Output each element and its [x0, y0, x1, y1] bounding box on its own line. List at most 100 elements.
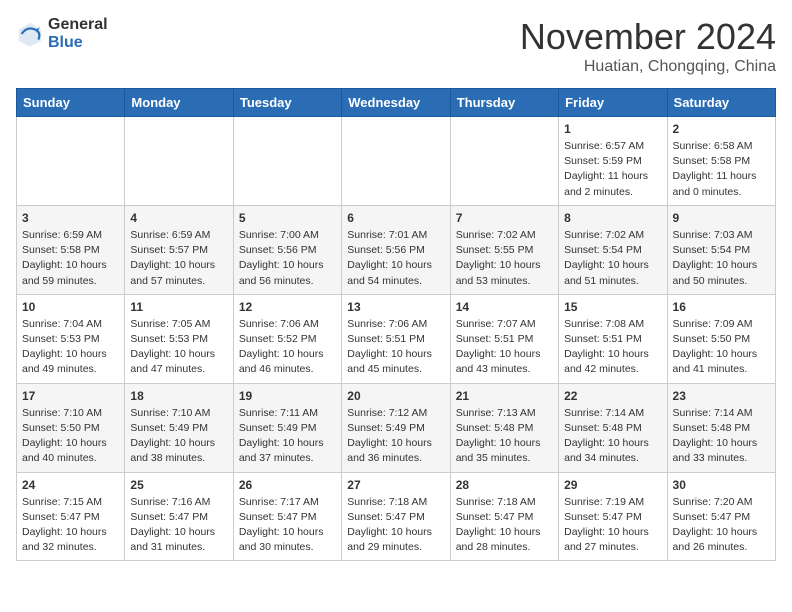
day-detail: Sunrise: 7:03 AMSunset: 5:54 PMDaylight:…	[673, 228, 770, 289]
calendar-cell: 1 Sunrise: 6:57 AMSunset: 5:59 PMDaylight…	[559, 117, 667, 206]
day-detail: Sunrise: 6:59 AMSunset: 5:57 PMDaylight:…	[130, 228, 227, 289]
day-number: 14	[456, 300, 553, 314]
column-header-saturday: Saturday	[667, 89, 775, 117]
day-detail: Sunrise: 7:08 AMSunset: 5:51 PMDaylight:…	[564, 317, 661, 378]
calendar-week-3: 10 Sunrise: 7:04 AMSunset: 5:53 PMDayligh…	[17, 294, 776, 383]
calendar-cell: 23 Sunrise: 7:14 AMSunset: 5:48 PMDayligh…	[667, 383, 775, 472]
column-header-tuesday: Tuesday	[233, 89, 341, 117]
calendar-cell: 5 Sunrise: 7:00 AMSunset: 5:56 PMDaylight…	[233, 205, 341, 294]
day-number: 6	[347, 211, 444, 225]
day-detail: Sunrise: 7:02 AMSunset: 5:55 PMDaylight:…	[456, 228, 553, 289]
day-number: 29	[564, 478, 661, 492]
calendar-cell: 9 Sunrise: 7:03 AMSunset: 5:54 PMDaylight…	[667, 205, 775, 294]
calendar-cell: 8 Sunrise: 7:02 AMSunset: 5:54 PMDaylight…	[559, 205, 667, 294]
calendar-cell: 2 Sunrise: 6:58 AMSunset: 5:58 PMDaylight…	[667, 117, 775, 206]
day-detail: Sunrise: 7:19 AMSunset: 5:47 PMDaylight:…	[564, 495, 661, 556]
calendar-cell	[450, 117, 558, 206]
day-detail: Sunrise: 7:07 AMSunset: 5:51 PMDaylight:…	[456, 317, 553, 378]
day-number: 2	[673, 122, 770, 136]
calendar-cell: 11 Sunrise: 7:05 AMSunset: 5:53 PMDayligh…	[125, 294, 233, 383]
day-detail: Sunrise: 7:15 AMSunset: 5:47 PMDaylight:…	[22, 495, 119, 556]
logo: General Blue	[16, 16, 108, 51]
logo-blue-text: Blue	[48, 34, 108, 52]
calendar-cell: 4 Sunrise: 6:59 AMSunset: 5:57 PMDaylight…	[125, 205, 233, 294]
day-number: 8	[564, 211, 661, 225]
calendar-cell: 26 Sunrise: 7:17 AMSunset: 5:47 PMDayligh…	[233, 472, 341, 561]
day-number: 24	[22, 478, 119, 492]
day-number: 22	[564, 389, 661, 403]
day-number: 28	[456, 478, 553, 492]
day-detail: Sunrise: 7:04 AMSunset: 5:53 PMDaylight:…	[22, 317, 119, 378]
day-number: 4	[130, 211, 227, 225]
day-number: 23	[673, 389, 770, 403]
calendar-cell: 18Sunrise: 7:10 AMSunset: 5:49 PMDayligh…	[125, 383, 233, 472]
calendar-cell: 13 Sunrise: 7:06 AMSunset: 5:51 PMDayligh…	[342, 294, 450, 383]
day-number: 11	[130, 300, 227, 314]
day-detail: Sunrise: 7:18 AMSunset: 5:47 PMDaylight:…	[456, 495, 553, 556]
day-number: 10	[22, 300, 119, 314]
day-number: 19	[239, 389, 336, 403]
column-header-monday: Monday	[125, 89, 233, 117]
month-title: November 2024	[520, 16, 776, 58]
day-number: 17	[22, 389, 119, 403]
calendar-cell: 24 Sunrise: 7:15 AMSunset: 5:47 PMDayligh…	[17, 472, 125, 561]
calendar-cell	[342, 117, 450, 206]
day-detail: Sunrise: 7:17 AMSunset: 5:47 PMDaylight:…	[239, 495, 336, 556]
column-header-thursday: Thursday	[450, 89, 558, 117]
day-detail: Sunrise: 7:12 AMSunset: 5:49 PMDaylight:…	[347, 406, 444, 467]
calendar-cell: 28 Sunrise: 7:18 AMSunset: 5:47 PMDayligh…	[450, 472, 558, 561]
column-header-friday: Friday	[559, 89, 667, 117]
calendar-cell: 21Sunrise: 7:13 AMSunset: 5:48 PMDayligh…	[450, 383, 558, 472]
calendar-cell: 17 Sunrise: 7:10 AMSunset: 5:50 PMDayligh…	[17, 383, 125, 472]
day-number: 9	[673, 211, 770, 225]
calendar-table: SundayMondayTuesdayWednesdayThursdayFrid…	[16, 88, 776, 561]
day-number: 7	[456, 211, 553, 225]
calendar-cell: 29 Sunrise: 7:19 AMSunset: 5:47 PMDayligh…	[559, 472, 667, 561]
page-header: General Blue November 2024 Huatian, Chon…	[16, 16, 776, 76]
day-detail: Sunrise: 6:58 AMSunset: 5:58 PMDaylight:…	[673, 139, 770, 200]
day-detail: Sunrise: 7:14 AMSunset: 5:48 PMDaylight:…	[564, 406, 661, 467]
day-number: 13	[347, 300, 444, 314]
day-detail: Sunrise: 7:10 AMSunset: 5:50 PMDaylight:…	[22, 406, 119, 467]
title-block: November 2024 Huatian, Chongqing, China	[520, 16, 776, 76]
calendar-cell: 12Sunrise: 7:06 AMSunset: 5:52 PMDayligh…	[233, 294, 341, 383]
day-detail: Sunrise: 7:05 AMSunset: 5:53 PMDaylight:…	[130, 317, 227, 378]
day-number: 12	[239, 300, 336, 314]
calendar-week-4: 17 Sunrise: 7:10 AMSunset: 5:50 PMDayligh…	[17, 383, 776, 472]
calendar-cell	[17, 117, 125, 206]
calendar-header-row: SundayMondayTuesdayWednesdayThursdayFrid…	[17, 89, 776, 117]
day-detail: Sunrise: 7:00 AMSunset: 5:56 PMDaylight:…	[239, 228, 336, 289]
calendar-cell: 22 Sunrise: 7:14 AMSunset: 5:48 PMDayligh…	[559, 383, 667, 472]
calendar-cell	[233, 117, 341, 206]
day-number: 20	[347, 389, 444, 403]
day-detail: Sunrise: 7:10 AMSunset: 5:49 PMDaylight:…	[130, 406, 227, 467]
day-detail: Sunrise: 7:01 AMSunset: 5:56 PMDaylight:…	[347, 228, 444, 289]
calendar-cell: 25Sunrise: 7:16 AMSunset: 5:47 PMDayligh…	[125, 472, 233, 561]
calendar-cell: 27Sunrise: 7:18 AMSunset: 5:47 PMDayligh…	[342, 472, 450, 561]
calendar-cell: 30Sunrise: 7:20 AMSunset: 5:47 PMDayligh…	[667, 472, 775, 561]
calendar-cell: 6 Sunrise: 7:01 AMSunset: 5:56 PMDaylight…	[342, 205, 450, 294]
day-number: 15	[564, 300, 661, 314]
location-title: Huatian, Chongqing, China	[520, 58, 776, 76]
logo-icon	[16, 20, 44, 48]
calendar-cell: 14 Sunrise: 7:07 AMSunset: 5:51 PMDayligh…	[450, 294, 558, 383]
calendar-cell: 20 Sunrise: 7:12 AMSunset: 5:49 PMDayligh…	[342, 383, 450, 472]
calendar-cell: 19Sunrise: 7:11 AMSunset: 5:49 PMDayligh…	[233, 383, 341, 472]
logo-general: General	[48, 16, 108, 34]
calendar-week-1: 1 Sunrise: 6:57 AMSunset: 5:59 PMDaylight…	[17, 117, 776, 206]
calendar-cell: 3Sunrise: 6:59 AMSunset: 5:58 PMDaylight…	[17, 205, 125, 294]
day-number: 1	[564, 122, 661, 136]
calendar-cell: 16Sunrise: 7:09 AMSunset: 5:50 PMDayligh…	[667, 294, 775, 383]
day-number: 26	[239, 478, 336, 492]
day-detail: Sunrise: 7:02 AMSunset: 5:54 PMDaylight:…	[564, 228, 661, 289]
day-detail: Sunrise: 7:06 AMSunset: 5:51 PMDaylight:…	[347, 317, 444, 378]
day-detail: Sunrise: 6:57 AMSunset: 5:59 PMDaylight:…	[564, 139, 661, 200]
calendar-week-5: 24 Sunrise: 7:15 AMSunset: 5:47 PMDayligh…	[17, 472, 776, 561]
day-number: 5	[239, 211, 336, 225]
day-detail: Sunrise: 7:14 AMSunset: 5:48 PMDaylight:…	[673, 406, 770, 467]
day-number: 21	[456, 389, 553, 403]
day-detail: Sunrise: 7:18 AMSunset: 5:47 PMDaylight:…	[347, 495, 444, 556]
day-number: 16	[673, 300, 770, 314]
calendar-cell	[125, 117, 233, 206]
day-number: 3	[22, 211, 119, 225]
